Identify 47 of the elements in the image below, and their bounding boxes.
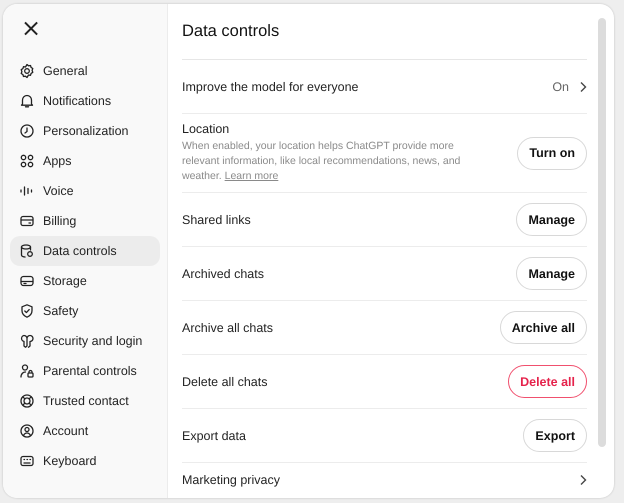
settings-icon: [19, 63, 35, 79]
chevron-icon[interactable]: [579, 474, 587, 486]
shield-icon: [19, 303, 35, 319]
setting-value: On: [552, 80, 569, 94]
user-icon: [19, 423, 35, 439]
bell-icon: [19, 93, 35, 109]
setting-description: When enabled, your location helps ChatGPT provide more relevant information, like local recommendations, news, and weather. Learn more: [182, 139, 462, 184]
drive-icon: [19, 273, 35, 289]
key-icon: [19, 333, 35, 349]
sidebar-item[interactable]: Storage: [10, 266, 160, 296]
person-icon: [19, 363, 35, 379]
sidebar-item[interactable]: General: [10, 56, 160, 86]
action-button[interactable]: Manage: [516, 257, 587, 290]
sidebar-item[interactable]: Safety: [10, 296, 160, 326]
clock-icon: [19, 123, 35, 139]
setting-label: Marketing privacy: [182, 473, 281, 487]
sidebar-item[interactable]: Trusted contact: [10, 386, 160, 416]
delete-button[interactable]: Delete all: [508, 365, 587, 398]
card-icon: [19, 213, 35, 229]
keyboard-icon: [19, 453, 35, 469]
sidebar-item[interactable]: Personalization: [10, 116, 160, 146]
sidebar-item[interactable]: Parental controls: [10, 356, 160, 386]
action-button[interactable]: Turn on: [517, 136, 587, 170]
sidebar-item[interactable]: Keyboard: [10, 446, 160, 476]
sidebar-item[interactable]: Security and login: [10, 326, 160, 356]
sidebar-item[interactable]: Apps: [10, 146, 160, 176]
setting-label: Archive all chats: [182, 320, 274, 334]
setting-label: Shared links: [182, 212, 252, 226]
action-button[interactable]: Export: [523, 419, 587, 452]
setting-label: Archived chats: [182, 266, 265, 280]
chevron-icon[interactable]: [579, 80, 587, 92]
grid-icon: [19, 153, 35, 169]
setting-label: Delete all chats: [182, 374, 268, 388]
setting-label: Location: [182, 122, 230, 136]
page-title: Data controls: [182, 22, 587, 60]
action-button[interactable]: Archive all: [500, 311, 587, 344]
setting-label: Improve the model for everyone: [182, 80, 360, 94]
sidebar-item[interactable]: Data controls: [10, 236, 160, 266]
setting-label: Export data: [182, 428, 247, 442]
sidebar-item[interactable]: Account: [10, 416, 160, 446]
action-button[interactable]: Manage: [516, 203, 587, 236]
close-button[interactable]: ×: [10, 16, 42, 40]
sidebar-item[interactable]: Voice: [10, 176, 160, 206]
sidebar-item[interactable]: Billing: [10, 206, 160, 236]
sidebar-item[interactable]: Notifications: [10, 86, 160, 116]
lifebuoy-icon: [19, 393, 35, 409]
database-icon: [19, 243, 35, 259]
